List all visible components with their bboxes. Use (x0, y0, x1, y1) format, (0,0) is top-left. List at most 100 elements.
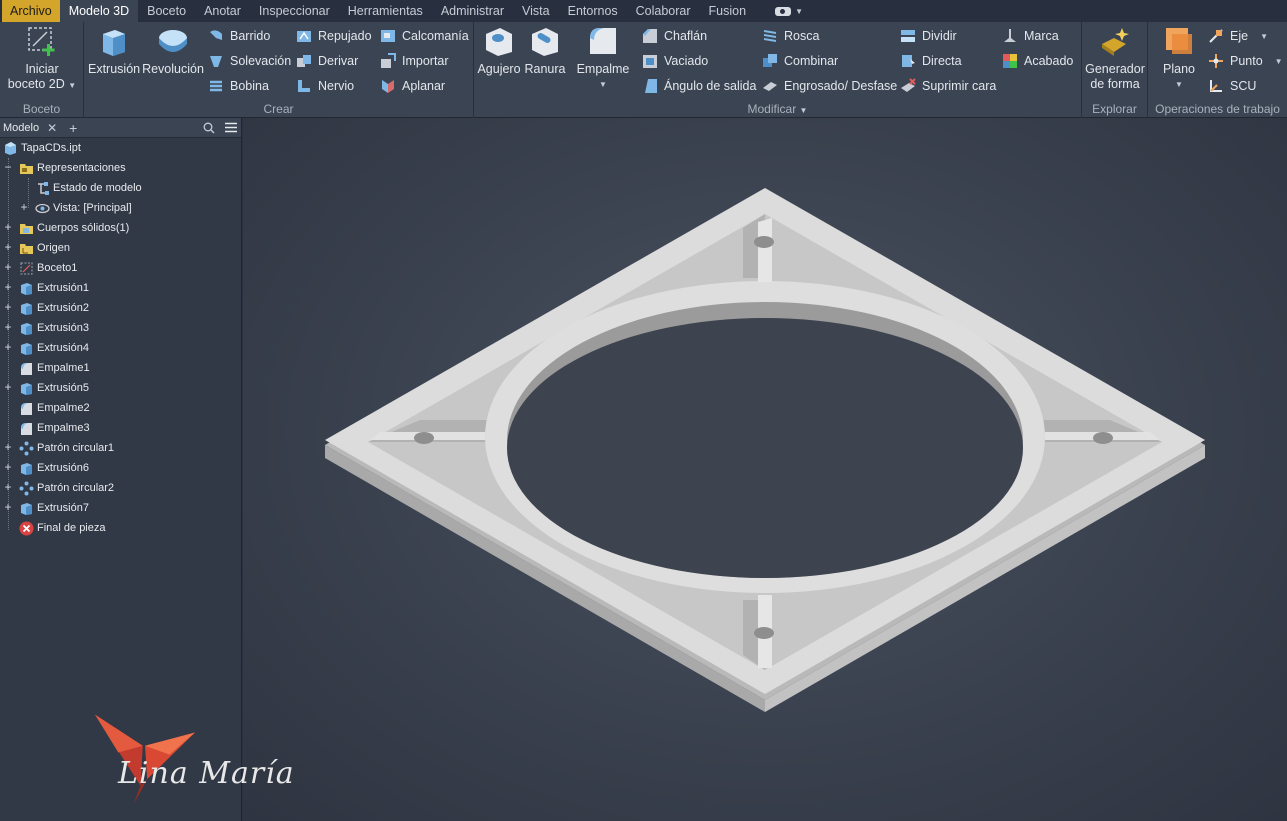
search-icon[interactable] (203, 122, 215, 134)
start-2d-sketch-button[interactable]: Iniciar boceto 2D ▼ (4, 24, 80, 93)
expand-icon[interactable]: + (3, 241, 13, 253)
expand-icon[interactable]: + (3, 461, 13, 473)
tree-item-cuerpos[interactable]: + Cuerpos sólidos(1) (4, 218, 129, 238)
calcomania-button[interactable]: Calcomanía (380, 25, 469, 47)
tab-anotar[interactable]: Anotar (195, 0, 250, 22)
add-tab-icon[interactable]: + (69, 120, 77, 136)
chaflan-button[interactable]: Chaflán (642, 25, 707, 47)
tree-item-part[interactable]: TapaCDs.ipt (3, 138, 81, 158)
folder-icon (20, 163, 33, 174)
derive-icon (297, 55, 311, 67)
generador-label-1: Generador (1085, 62, 1145, 76)
emboss-icon (297, 31, 311, 42)
tree-item-final-pieza[interactable]: Final de pieza (19, 518, 106, 538)
part-model-3d[interactable] (243, 118, 1287, 821)
menu-icon[interactable] (225, 122, 237, 133)
angulo-salida-button[interactable]: Ángulo de salida (642, 75, 756, 97)
tab-herramientas[interactable]: Herramientas (339, 0, 432, 22)
tree-item-extrusion4[interactable]: + Extrusión4 (4, 338, 89, 358)
importar-button[interactable]: Importar (380, 50, 449, 72)
tree-item-estado-modelo[interactable]: Estado de modelo (35, 178, 142, 198)
camera-icon (775, 6, 792, 16)
bobina-button[interactable]: Bobina (208, 75, 269, 97)
tree-item-extrusion2[interactable]: + Extrusión2 (4, 298, 89, 318)
tree-item-extrusion3[interactable]: + Extrusión3 (4, 318, 89, 338)
vaciado-button[interactable]: Vaciado (642, 50, 708, 72)
expand-icon[interactable]: + (3, 441, 13, 453)
tab-archivo[interactable]: Archivo (2, 0, 60, 22)
generador-forma-button[interactable]: Generador de forma (1082, 24, 1148, 92)
expand-icon[interactable]: + (3, 261, 13, 273)
tree-item-vista[interactable]: + Vista: [Principal] (20, 198, 131, 218)
tab-entornos[interactable]: Entornos (559, 0, 627, 22)
aplanar-label: Aplanar (402, 79, 446, 93)
engrosado-button[interactable]: Engrosado/ Desfase (762, 75, 897, 97)
collapse-icon[interactable]: − (3, 161, 13, 173)
punto-button[interactable]: Punto ▼ (1208, 50, 1283, 72)
barrido-button[interactable]: Barrido (208, 25, 270, 47)
dividir-button[interactable]: Dividir (900, 25, 957, 47)
expand-icon[interactable]: + (3, 481, 13, 493)
tab-administrar[interactable]: Administrar (432, 0, 513, 22)
panel-title-crear: Crear (263, 102, 294, 116)
expand-icon[interactable]: + (3, 281, 13, 293)
derivar-button[interactable]: Derivar (296, 50, 358, 72)
screw-hole-right (1093, 432, 1113, 444)
tab-vista[interactable]: Vista (513, 0, 559, 22)
rosca-button[interactable]: Rosca (762, 25, 819, 47)
marca-button[interactable]: Marca (1002, 25, 1059, 47)
repujado-button[interactable]: Repujado (296, 25, 372, 47)
tree-item-patron-circular2[interactable]: + Patrón circular2 (4, 478, 114, 498)
expand-icon[interactable]: + (19, 201, 29, 213)
panel-explorar: Generador de forma Explorar (1082, 22, 1148, 118)
nervio-button[interactable]: Nervio (296, 75, 354, 97)
expand-icon[interactable]: + (3, 301, 13, 313)
scu-button[interactable]: SCU (1208, 75, 1256, 97)
fillet-icon (21, 362, 32, 375)
combinar-button[interactable]: Combinar (762, 50, 838, 72)
coil-icon (210, 80, 222, 92)
tree-item-extrusion1[interactable]: + Extrusión1 (4, 278, 89, 298)
panel-title-modificar[interactable]: Modificar ▼ (474, 102, 1081, 116)
browser-tab-modelo[interactable]: Modelo (3, 122, 39, 134)
panel-operaciones-trabajo: Plano ▼ Eje ▼ Punto ▼ SCU Operaciones de t… (1148, 22, 1287, 118)
tree-item-extrusion5[interactable]: + Extrusión5 (4, 378, 89, 398)
tree-item-empalme2[interactable]: Empalme2 (19, 398, 90, 418)
tab-colaborar[interactable]: Colaborar (627, 0, 700, 22)
expand-icon[interactable]: + (3, 381, 13, 393)
close-icon[interactable]: ✕ (47, 121, 57, 135)
revolucion-button[interactable]: Revolución (142, 24, 204, 77)
solevacion-button[interactable]: Solevación (208, 50, 291, 72)
suprimir-cara-button[interactable]: Suprimir cara (900, 75, 996, 97)
aplanar-button[interactable]: Aplanar (380, 75, 445, 97)
tree-item-extrusion6[interactable]: + Extrusión6 (4, 458, 89, 478)
empalme-dropdown-icon[interactable]: ▼ (574, 77, 632, 92)
fillet-icon (21, 422, 32, 435)
tree-item-extrusion7[interactable]: + Extrusión7 (4, 498, 89, 518)
directa-button[interactable]: Directa (900, 50, 962, 72)
tab-modelo-3d[interactable]: Modelo 3D (59, 0, 139, 22)
acabado-button[interactable]: Acabado (1002, 50, 1073, 72)
empalme-button[interactable]: Empalme ▼ (574, 24, 632, 92)
tree-item-representaciones[interactable]: − Representaciones (4, 158, 125, 178)
expand-icon[interactable]: + (3, 501, 13, 513)
camera-dropdown[interactable]: ▼ (775, 0, 803, 22)
tree-item-boceto1[interactable]: + Boceto1 (4, 258, 77, 278)
tab-fusion[interactable]: Fusion (700, 0, 756, 22)
expand-icon[interactable]: + (3, 321, 13, 333)
tree-item-patron-circular1[interactable]: + Patrón circular1 (4, 438, 114, 458)
expand-icon[interactable]: + (3, 221, 13, 233)
extrusion-button[interactable]: Extrusión (88, 24, 140, 77)
tab-inspeccionar[interactable]: Inspeccionar (250, 0, 339, 22)
tree-item-origen[interactable]: + Origen (4, 238, 70, 258)
graphics-viewport[interactable] (243, 118, 1287, 821)
expand-icon[interactable]: + (3, 341, 13, 353)
plano-button[interactable]: Plano ▼ (1154, 24, 1204, 92)
eje-button[interactable]: Eje ▼ (1208, 25, 1268, 47)
plano-dropdown-icon[interactable]: ▼ (1154, 77, 1204, 92)
tab-boceto[interactable]: Boceto (138, 0, 195, 22)
agujero-button[interactable]: Agujero (476, 24, 522, 77)
tree-item-empalme3[interactable]: Empalme3 (19, 418, 90, 438)
ranura-button[interactable]: Ranura (524, 24, 566, 77)
tree-item-empalme1[interactable]: Empalme1 (19, 358, 90, 378)
